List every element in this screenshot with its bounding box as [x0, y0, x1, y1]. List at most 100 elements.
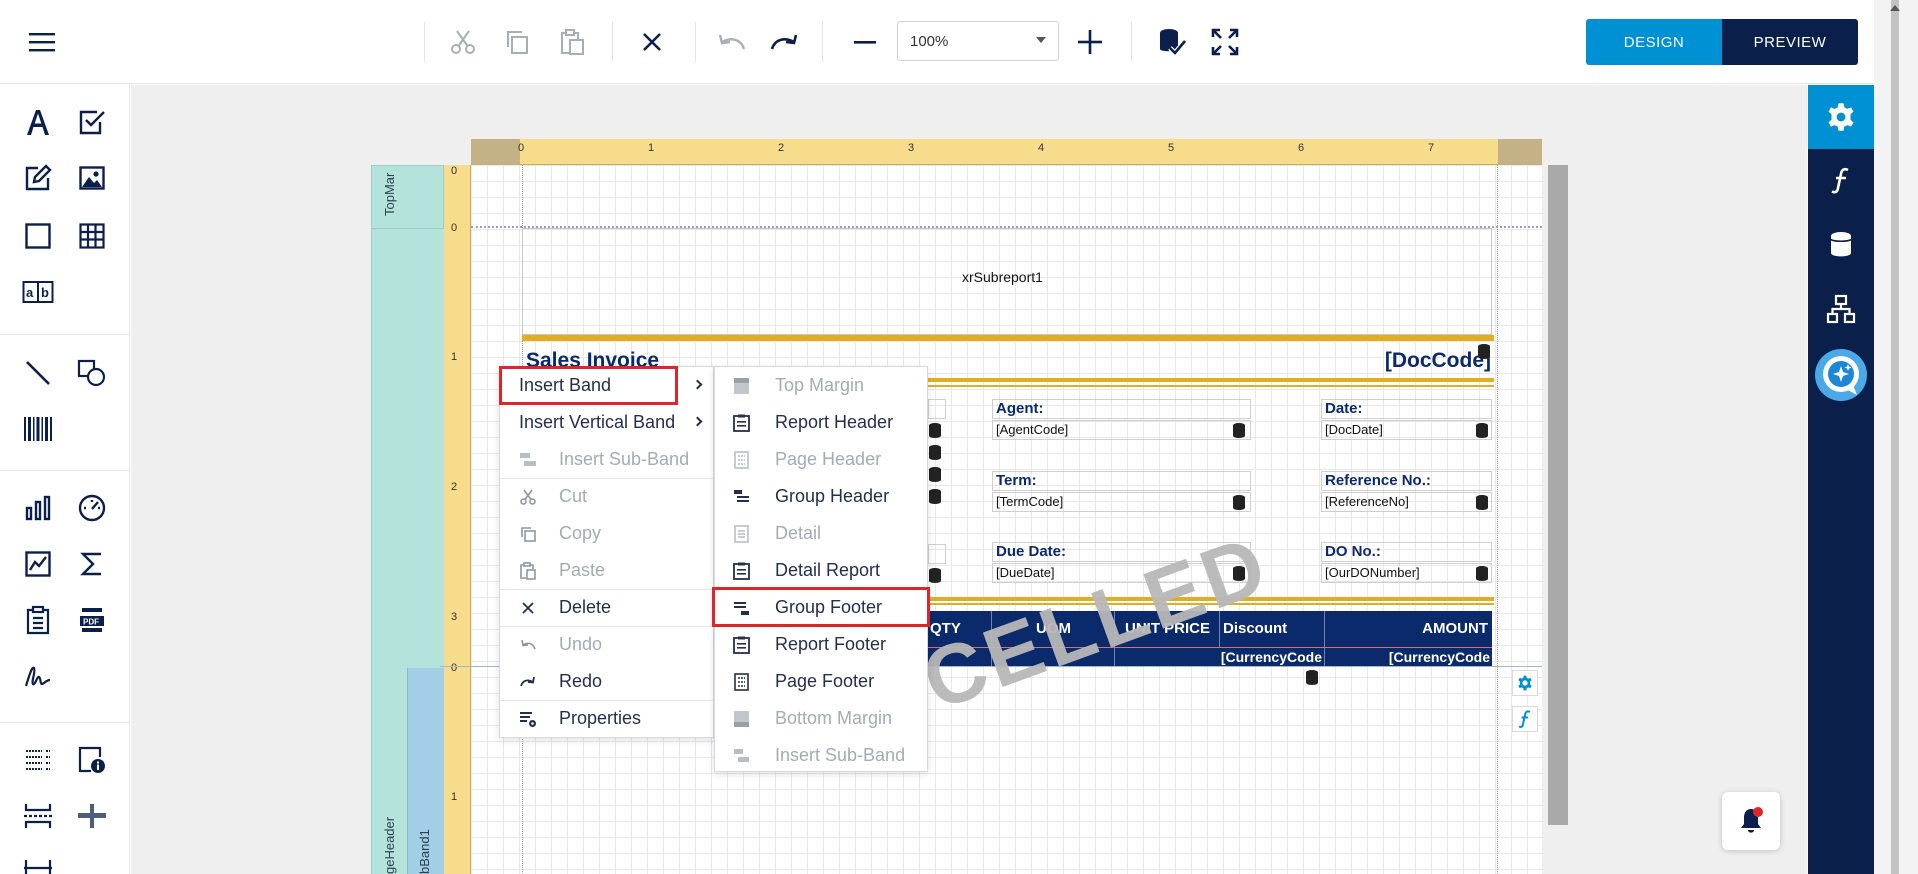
submenu-item-group-footer[interactable]: Group Footer — [715, 589, 927, 626]
window-scrollbar[interactable] — [1874, 0, 1918, 874]
term-value[interactable]: [TermCode] — [992, 492, 1251, 512]
agent-label[interactable]: Agent: — [992, 399, 1251, 419]
label-tool-icon[interactable] — [15, 99, 61, 145]
cut-icon[interactable] — [441, 20, 485, 64]
zoom-out-icon[interactable] — [843, 20, 887, 64]
notifications-bell-icon[interactable] — [1722, 792, 1780, 850]
vertical-ruler: 0 0 1 2 3 0 1 — [444, 165, 471, 874]
ruler-number: 5 — [1168, 142, 1175, 154]
submenu-item-top-margin[interactable]: Top Margin — [715, 367, 927, 404]
pdf-content-tool-icon[interactable]: PDF — [69, 597, 115, 643]
menu-item-insert-sub-band[interactable]: Insert Sub-Band — [500, 441, 713, 478]
table-tool-icon[interactable] — [69, 213, 115, 259]
ruler-right-margin — [1498, 139, 1542, 165]
menu-item-paste[interactable]: Paste — [500, 552, 713, 589]
delete-icon[interactable] — [630, 20, 674, 64]
margin-guide — [1497, 165, 1498, 874]
table-header-cell[interactable]: AMOUNT — [1326, 611, 1492, 647]
dono-label[interactable]: DO No.: — [1321, 542, 1492, 562]
menu-item-cut[interactable]: Cut — [500, 478, 713, 515]
expressions-function-icon[interactable] — [1817, 157, 1865, 205]
toolbar-separator — [695, 22, 696, 62]
zoom-select[interactable]: 100% — [897, 21, 1059, 61]
scroll-up-icon[interactable] — [1889, 4, 1901, 12]
submenu-item-report-footer[interactable]: Report Footer — [715, 626, 927, 663]
picture-tool-icon[interactable] — [69, 155, 115, 201]
preview-mode-button[interactable]: PREVIEW — [1722, 19, 1858, 65]
date-label[interactable]: Date: — [1321, 399, 1492, 419]
page-break-tool-icon[interactable] — [15, 793, 61, 839]
menu-item-undo[interactable]: Undo — [500, 626, 713, 663]
zoom-in-icon[interactable] — [1068, 20, 1112, 64]
redo-icon[interactable] — [762, 20, 806, 64]
doc-code-field[interactable]: [DocCode] — [1300, 349, 1491, 373]
sub-band-icon — [520, 453, 536, 466]
copy-icon[interactable] — [495, 20, 539, 64]
hamburger-menu-icon[interactable] — [20, 20, 64, 64]
group-header-icon — [734, 490, 749, 502]
validate-database-icon[interactable] — [1150, 20, 1194, 64]
line-tool-icon[interactable] — [15, 350, 61, 396]
agent-value[interactable]: [AgentCode] — [992, 420, 1251, 440]
design-mode-button[interactable]: DESIGN — [1586, 19, 1722, 65]
submenu-item-page-footer[interactable]: Page Footer — [715, 663, 927, 700]
summary-sigma-icon[interactable] — [69, 541, 115, 587]
cross-band-box-tool-icon[interactable] — [15, 845, 61, 874]
barcode-tool-icon[interactable] — [15, 406, 61, 452]
undo-icon[interactable] — [710, 20, 754, 64]
checkbox-tool-icon[interactable] — [69, 99, 115, 145]
band-strip-top-margin[interactable]: TopMar — [371, 165, 444, 229]
refno-value[interactable]: [ReferenceNo] — [1321, 492, 1492, 512]
submenu-item-label: Group Footer — [775, 597, 883, 617]
currency-code-cell[interactable]: [CurrencyCode — [1326, 648, 1492, 666]
chevron-down-icon — [1036, 37, 1046, 43]
submenu-item-page-header[interactable]: Page Header — [715, 441, 927, 478]
submenu-item-detail-report[interactable]: Detail Report — [715, 552, 927, 589]
ai-assistant-chat-icon[interactable] — [1813, 347, 1869, 403]
signature-tool-icon[interactable] — [15, 653, 61, 699]
panel-tool-icon[interactable] — [15, 213, 61, 259]
band-strip-sub-band[interactable]: bBand1 — [407, 668, 444, 874]
menu-item-delete[interactable]: Delete — [500, 589, 713, 626]
band-expression-function-icon[interactable] — [1512, 706, 1538, 732]
report-explorer-tree-icon[interactable] — [1817, 285, 1865, 333]
menu-item-label: Copy — [559, 523, 602, 543]
ruler-number: 1 — [451, 351, 458, 363]
submenu-item-detail[interactable]: Detail — [715, 515, 927, 552]
menu-item-properties[interactable]: Properties — [500, 700, 713, 737]
term-label[interactable]: Term: — [992, 471, 1251, 491]
paste-icon[interactable] — [550, 20, 594, 64]
page-scrollbar[interactable] — [1548, 165, 1568, 825]
submenu-item-insert-sub-band[interactable]: Insert Sub-Band — [715, 737, 927, 774]
submenu-item-report-header[interactable]: Report Header — [715, 404, 927, 441]
gauge-tool-icon[interactable] — [69, 485, 115, 531]
submenu-item-group-header[interactable]: Group Header — [715, 478, 927, 515]
band-settings-gear-icon[interactable] — [1512, 670, 1538, 696]
chevron-right-icon — [692, 416, 703, 427]
character-comb-tool-icon[interactable]: ab — [15, 269, 61, 315]
menu-item-copy[interactable]: Copy — [500, 515, 713, 552]
field-list-database-icon[interactable] — [1817, 221, 1865, 269]
richtext-tool-icon[interactable] — [15, 155, 61, 201]
fullscreen-icon[interactable] — [1203, 20, 1247, 64]
submenu-item-bottom-margin[interactable]: Bottom Margin — [715, 700, 927, 737]
menu-item-redo[interactable]: Redo — [500, 663, 713, 700]
submenu-item-label: Group Header — [775, 486, 890, 506]
cross-band-line-tool-icon[interactable] — [69, 793, 115, 839]
page-info-tool-icon[interactable] — [69, 737, 115, 783]
shape-tool-icon[interactable] — [69, 350, 115, 396]
sparkline-tool-icon[interactable] — [15, 541, 61, 587]
table-of-contents-tool-icon[interactable] — [15, 737, 61, 783]
scrollbar-thumb[interactable] — [1891, 0, 1899, 874]
hidden-field[interactable] — [928, 399, 946, 419]
menu-item-insert-vertical-band[interactable]: Insert Vertical Band — [500, 404, 713, 441]
dono-value[interactable]: [OurDONumber] — [1321, 563, 1492, 583]
refno-label[interactable]: Reference No.: — [1321, 471, 1492, 491]
date-value[interactable]: [DocDate] — [1321, 420, 1492, 440]
subreport-tool-icon[interactable] — [15, 597, 61, 643]
properties-gear-icon[interactable] — [1817, 93, 1865, 141]
chart-tool-icon[interactable] — [15, 485, 61, 531]
menu-item-insert-band[interactable]: Insert Band — [500, 367, 713, 404]
toolbar-separator — [424, 22, 425, 62]
hidden-field[interactable] — [928, 544, 946, 564]
